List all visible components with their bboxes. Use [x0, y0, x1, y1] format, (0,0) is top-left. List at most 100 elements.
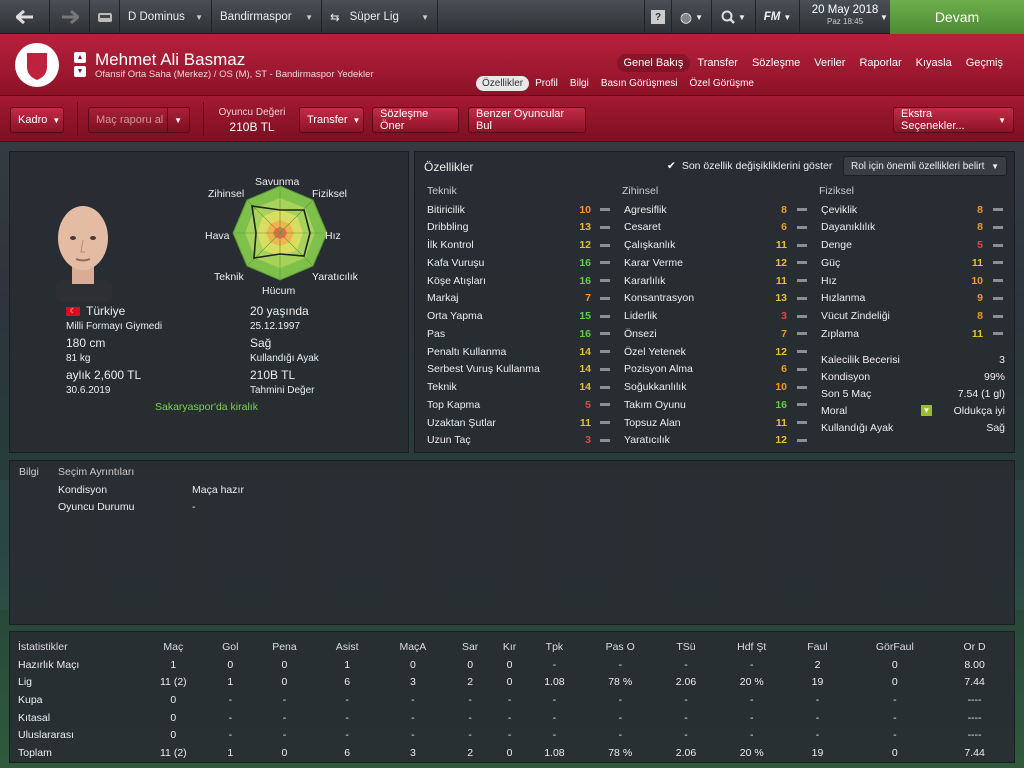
table-row[interactable]: Kupa 0- - - - - - - - - - - - ---- [18, 691, 1004, 709]
continue-button[interactable]: Devam [890, 0, 1024, 34]
table-row[interactable]: Toplam 11 (2) 1 0 6 3 2 0 1.08 78 % 2.06 20 % 19 0 7.4… [18, 744, 1004, 762]
attributes-title: Özellikler [424, 160, 474, 174]
attribute-row[interactable]: Bitiricilik 10 [427, 201, 612, 218]
column-header[interactable]: Tpk [527, 638, 581, 656]
tab-data[interactable]: Veriler [807, 54, 852, 72]
chevron-down-icon[interactable]: ▼ [74, 66, 86, 77]
date-chevron-icon[interactable]: ▼ [880, 0, 890, 34]
chevron-up-icon[interactable]: ▲ [74, 52, 86, 63]
attribute-row[interactable]: Güç 11 [821, 254, 1005, 271]
world-button[interactable]: ◍ ▼ [672, 0, 712, 34]
attribute-row[interactable]: Pozisyon Alma 6 [624, 361, 809, 378]
column-header[interactable]: Asist [317, 638, 377, 656]
attribute-row[interactable]: Liderlik 3 [624, 308, 809, 325]
competition-label: Süper Lig [349, 11, 399, 23]
wage: aylık 2,600 TL [66, 368, 142, 382]
attribute-row[interactable]: Çalışkanlık 11 [624, 237, 809, 254]
attribute-row[interactable]: Kafa Vuruşu 16 [427, 254, 612, 271]
help-button[interactable]: ? [644, 0, 672, 34]
column-header[interactable]: Faul [790, 638, 844, 656]
tab-overview[interactable]: Genel Bakış [616, 54, 691, 72]
offer-contract-button[interactable]: Sözleşme Öner [372, 107, 459, 133]
extra-options-button[interactable]: Ekstra Seçenekler... ▼ [893, 107, 1014, 133]
match-report-button[interactable]: Maç raporu al ▼ [88, 107, 190, 133]
tab-history[interactable]: Geçmiş [959, 54, 1010, 72]
attribute-value: 16 [579, 327, 591, 340]
subtab-press[interactable]: Basın Görüşmesi [595, 76, 684, 91]
attribute-row[interactable]: Agresiflik 8 [624, 201, 809, 218]
subtab-private-chat[interactable]: Özel Görüşme [684, 76, 760, 91]
tab-reports[interactable]: Raporlar [852, 54, 908, 72]
tab-transfer[interactable]: Transfer [690, 54, 745, 72]
subtab-info[interactable]: Bilgi [564, 76, 595, 91]
attribute-row[interactable]: Köşe Atışları 16 [427, 272, 612, 289]
attribute-row[interactable]: Konsantrasyon 13 [624, 290, 809, 307]
table-cell: 2 [467, 746, 474, 759]
attribute-row[interactable]: İlk Kontrol 12 [427, 237, 612, 254]
subtab-attributes[interactable]: Özellikler [476, 76, 530, 91]
column-header[interactable]: GörFaul [845, 638, 946, 656]
fm-menu[interactable]: FM ▼ [756, 0, 800, 34]
attribute-row[interactable]: Özel Yetenek 12 [624, 343, 809, 360]
attribute-row[interactable]: Pas 16 [427, 325, 612, 342]
column-header[interactable]: Hdf Şt [713, 638, 790, 656]
attribute-row[interactable]: Cesaret 6 [624, 219, 809, 236]
table-row[interactable]: Lig 11 (2) 1 0 6 3 2 0 1.08 78 % 2.06 20 % 19 0 7.44 [18, 674, 1004, 692]
attribute-row[interactable]: Orta Yapma 15 [427, 308, 612, 325]
attribute-row[interactable]: Kararlılık 11 [624, 272, 809, 289]
attribute-row[interactable]: Denge 5 [821, 237, 1005, 254]
role-select[interactable]: Rol için önemli özellikleri belirt ▼ [843, 156, 1007, 176]
swap-icon: ⇆ [330, 12, 340, 24]
attribute-row[interactable]: Penaltı Kullanma 14 [427, 343, 612, 360]
attribute-row[interactable]: Dribbling 13 [427, 219, 612, 236]
attribute-row[interactable]: Uzaktan Şutlar 11 [427, 414, 612, 431]
attribute-row[interactable]: Uzun Taç 3 [427, 432, 612, 449]
attribute-row[interactable]: Zıplama 11 [821, 325, 1005, 342]
column-header[interactable]: Pena [252, 638, 317, 656]
player-switcher[interactable]: ▲ ▼ [74, 52, 86, 80]
column-header[interactable]: Or D [945, 638, 1004, 656]
attribute-name: Güç [821, 256, 841, 269]
attribute-row[interactable]: Dayanıklılık 8 [821, 219, 1005, 236]
show-changes-checkbox[interactable]: ✔ Son özellik değişikliklerini göster [667, 160, 832, 172]
column-header[interactable]: Sar [448, 638, 491, 656]
loan-status[interactable]: Sakaryaspor'da kiralık [155, 401, 258, 413]
column-header[interactable]: Pas O [582, 638, 659, 656]
attribute-row[interactable]: Hız 10 [821, 272, 1005, 289]
attribute-row[interactable]: Markaj 7 [427, 290, 612, 307]
table-row[interactable]: Hazırlık Maçı 1 0 0 1 0 0 0 - - - - 2 0 8.00 [18, 656, 1004, 674]
column-header[interactable]: İstatistikler [18, 638, 138, 656]
attribute-row[interactable]: Top Kapma 5 [427, 396, 612, 413]
column-header[interactable]: Kır [492, 638, 528, 656]
team-menu[interactable]: Bandirmaspor ▼ [212, 0, 322, 34]
search-button[interactable]: ▼ [712, 0, 756, 34]
column-header[interactable]: Maç [138, 638, 209, 656]
attribute-row[interactable]: Serbest Vuruş Kullanma 14 [427, 361, 612, 378]
attribute-row[interactable]: Soğukkanlılık 10 [624, 379, 809, 396]
table-row[interactable]: Kıtasal 0- - - - - - - - - - - - ---- [18, 709, 1004, 727]
column-header[interactable]: TSü [659, 638, 713, 656]
transfer-button[interactable]: Transfer ▼ [299, 107, 364, 133]
tab-contract[interactable]: Sözleşme [745, 54, 807, 72]
attribute-row[interactable]: Hızlanma 9 [821, 290, 1005, 307]
tab-compare[interactable]: Kıyasla [909, 54, 959, 72]
subtab-profile[interactable]: Profil [529, 76, 564, 91]
find-similar-button[interactable]: Benzer Oyuncular Bul [468, 107, 586, 133]
back-button[interactable] [0, 0, 50, 34]
attribute-row[interactable]: Takım Oyunu 16 [624, 396, 809, 413]
table-row[interactable]: Uluslararası 0- - - - - - - - - - - - ---- [18, 726, 1004, 744]
attribute-row[interactable]: Önsezi 7 [624, 325, 809, 342]
attribute-row[interactable]: Çeviklik 8 [821, 201, 1005, 218]
column-header[interactable]: Gol [209, 638, 252, 656]
attribute-row[interactable]: Karar Verme 12 [624, 254, 809, 271]
squad-button[interactable]: Kadro ▼ [10, 107, 64, 133]
bus-icon[interactable] [90, 0, 120, 34]
attribute-row[interactable]: Vücut Zindeliği 8 [821, 308, 1005, 325]
column-header[interactable]: MaçA [377, 638, 448, 656]
competition-menu[interactable]: ⇆ Süper Lig ▼ [322, 0, 438, 34]
forward-button[interactable] [50, 0, 90, 34]
attribute-row[interactable]: Teknik 14 [427, 379, 612, 396]
attribute-row[interactable]: Topsuz Alan 11 [624, 414, 809, 431]
club-menu[interactable]: D Dominus ▼ [120, 0, 212, 34]
attribute-row[interactable]: Yaratıcılık 12 [624, 432, 809, 449]
